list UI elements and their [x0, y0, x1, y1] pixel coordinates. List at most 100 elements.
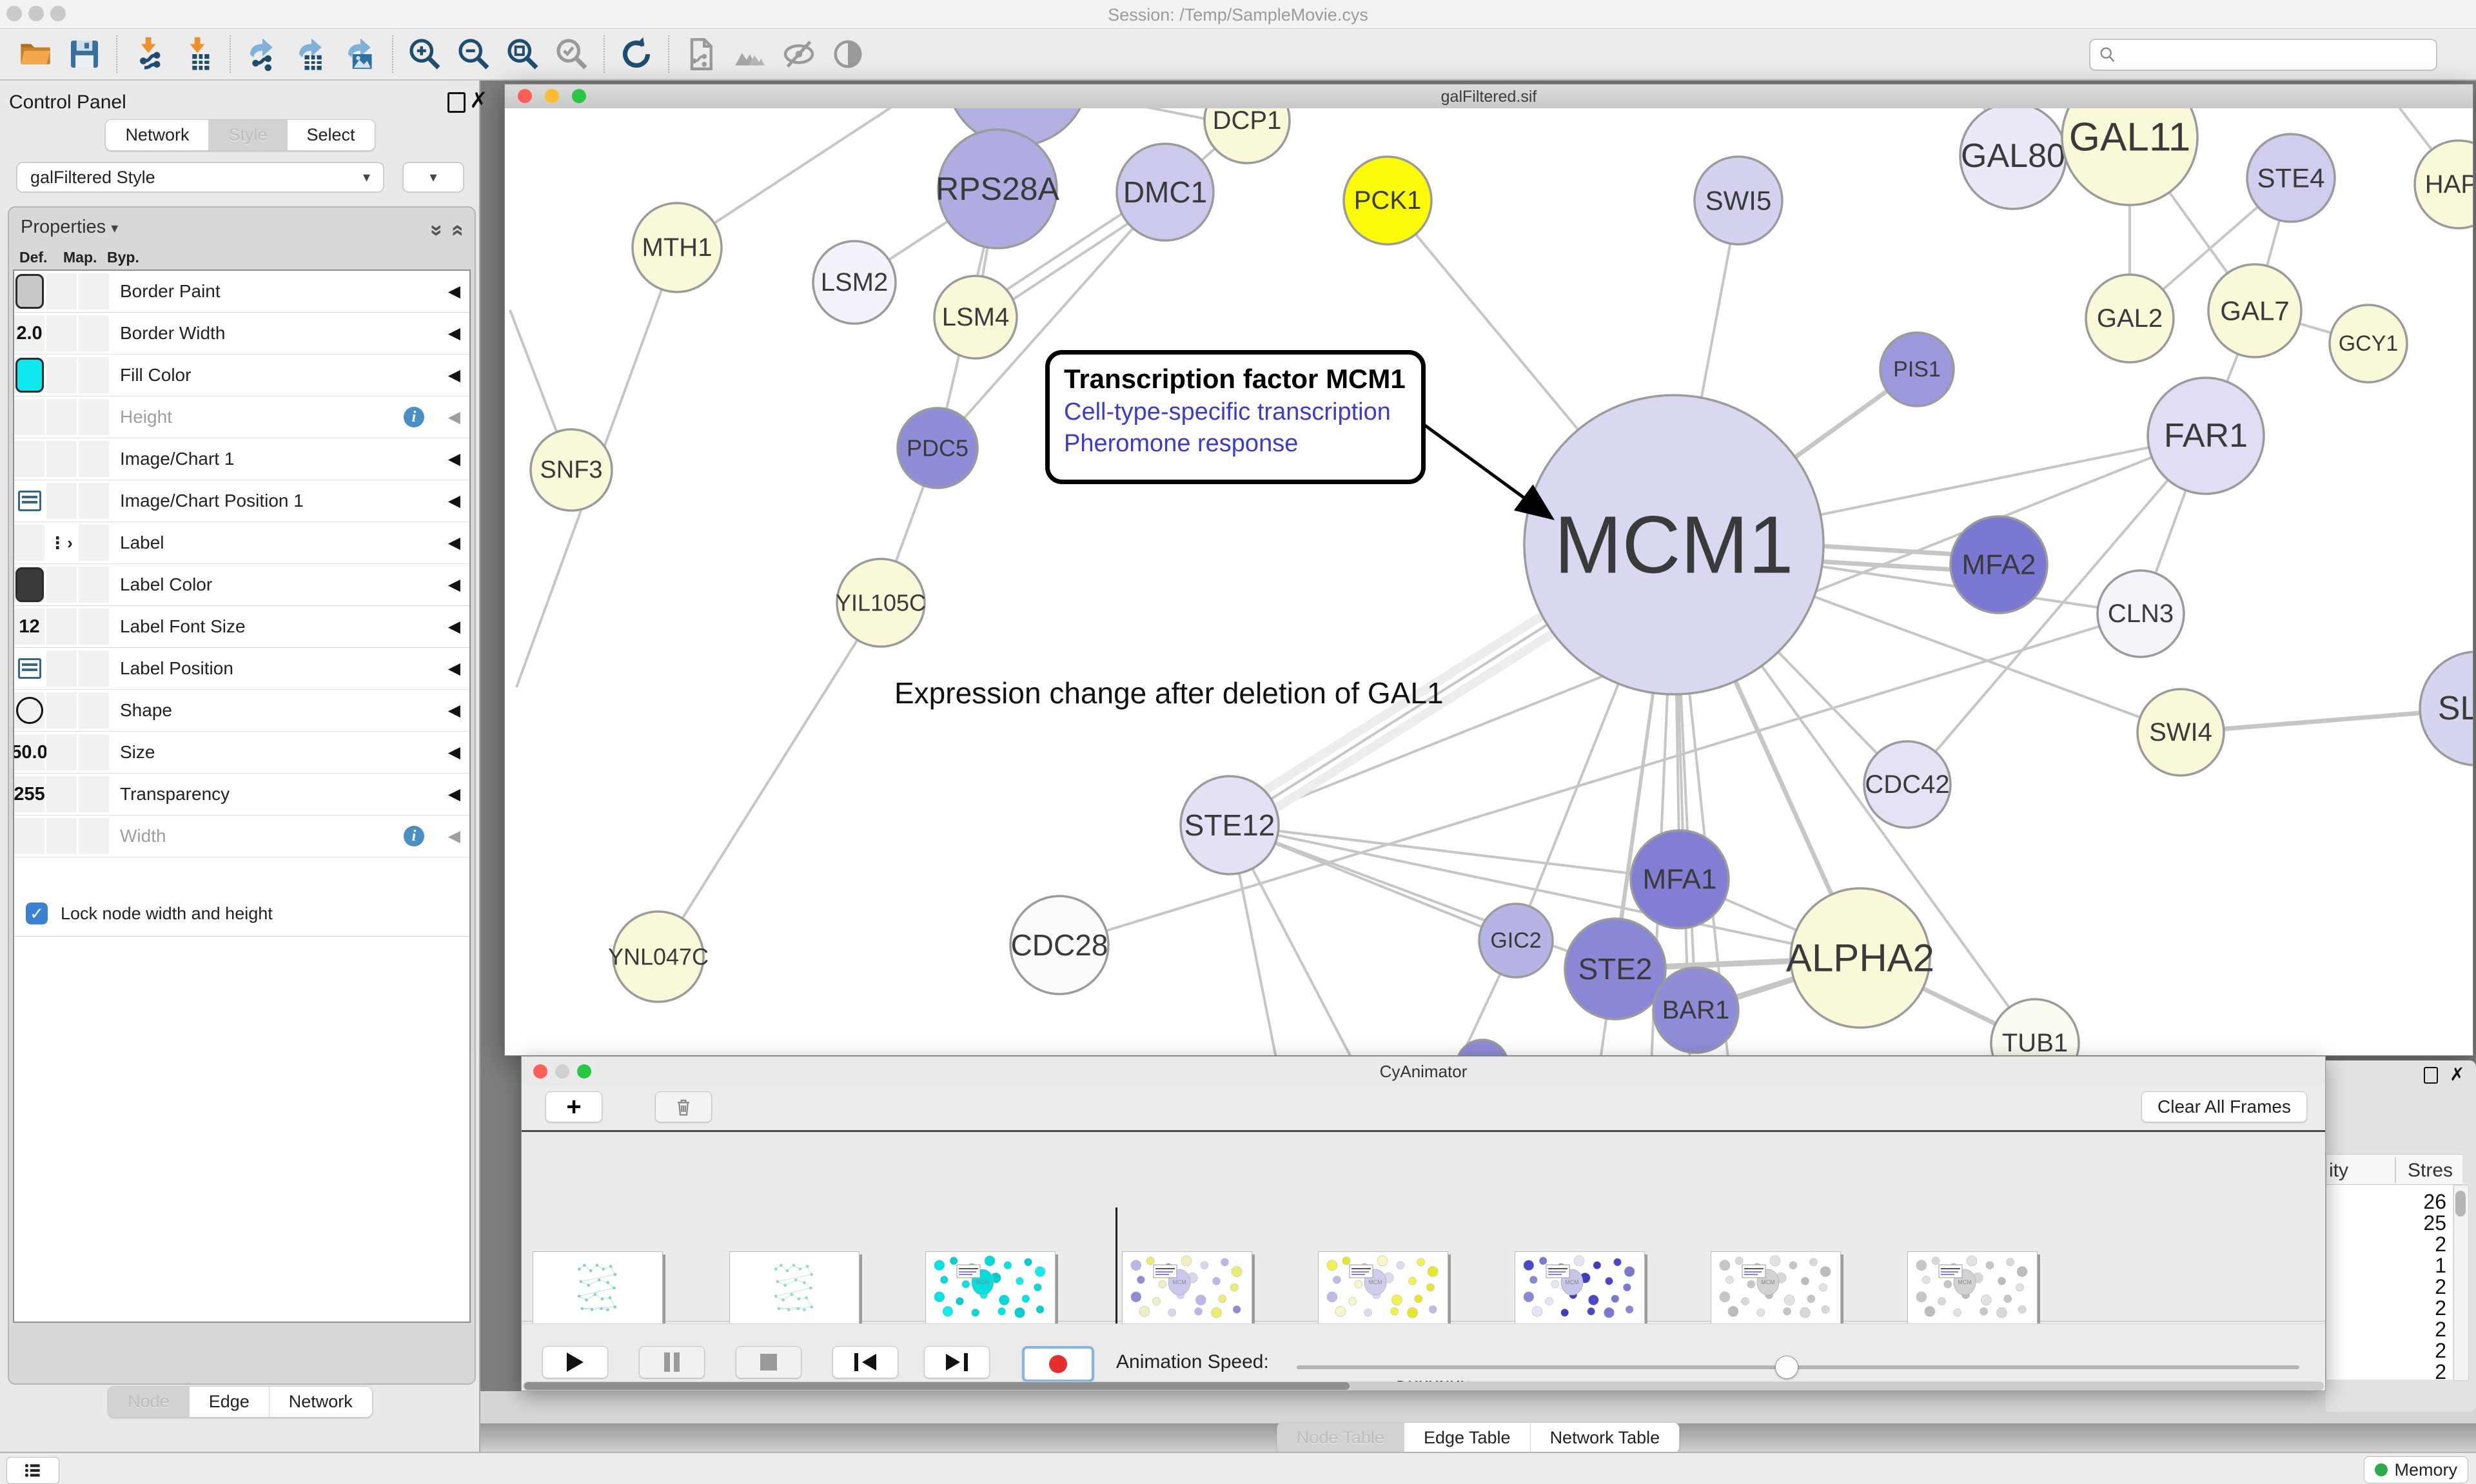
map-cell[interactable] — [46, 357, 79, 393]
first-neighbors-button[interactable] — [730, 34, 770, 74]
property-row-label-color[interactable]: Label Color◀ — [14, 564, 469, 606]
pause-button[interactable] — [639, 1346, 705, 1378]
byp-cell[interactable] — [79, 650, 111, 687]
def-cell[interactable] — [14, 567, 46, 603]
memory-button[interactable]: Memory — [2364, 1456, 2468, 1483]
table-cell-value[interactable]: 1 — [2435, 1254, 2446, 1278]
style-select[interactable]: galFiltered Style ▾ — [16, 162, 384, 193]
table-cell-value[interactable]: 2 — [2435, 1275, 2446, 1299]
byp-cell[interactable] — [79, 399, 111, 435]
expand-row-icon[interactable]: ◀ — [448, 785, 460, 804]
map-cell[interactable]: ⋮› — [46, 525, 79, 561]
skip-to-end-button[interactable] — [924, 1346, 990, 1378]
stop-button[interactable] — [736, 1346, 801, 1378]
frame-thumbnail-0[interactable] — [533, 1251, 663, 1325]
property-row-transparency[interactable]: 255Transparency◀ — [14, 774, 469, 815]
expand-row-icon[interactable]: ◀ — [448, 407, 460, 427]
frame-thumbnail-5[interactable]: MCM — [1515, 1251, 1645, 1325]
property-row-border-width[interactable]: 2.0Border Width◀ — [14, 313, 469, 355]
frame-thumbnail-4[interactable]: MCM — [1318, 1251, 1448, 1325]
column-header[interactable]: Stres — [2408, 1160, 2453, 1182]
property-row-label-position[interactable]: Label Position◀ — [14, 648, 469, 690]
table-cell-value[interactable]: 2 — [2435, 1318, 2446, 1342]
collapse-all-icon[interactable]: « — [446, 224, 471, 237]
frame-thumbnail-3[interactable]: MCM — [1122, 1251, 1252, 1325]
map-cell[interactable] — [46, 650, 79, 687]
panel-list-button[interactable] — [6, 1457, 59, 1484]
tab-network[interactable]: Network — [269, 1387, 372, 1417]
annotation-link-2[interactable]: Pheromone response — [1064, 430, 1407, 458]
expand-row-icon[interactable]: ◀ — [448, 575, 460, 594]
table-cell-value[interactable]: 2 — [2435, 1233, 2446, 1256]
property-row-shape[interactable]: Shape◀ — [14, 690, 469, 732]
column-header[interactable]: ity — [2329, 1160, 2348, 1182]
delete-frame-button[interactable] — [655, 1091, 712, 1122]
def-cell[interactable] — [14, 818, 46, 854]
byp-cell[interactable] — [79, 734, 111, 770]
export-network-button[interactable] — [242, 34, 282, 74]
def-cell[interactable] — [14, 483, 46, 519]
network-node-stub[interactable] — [1457, 1040, 1508, 1055]
float-panel-icon[interactable] — [2424, 1067, 2438, 1084]
def-cell[interactable]: 255 — [14, 776, 46, 812]
network-file-button[interactable] — [681, 34, 721, 74]
expand-row-icon[interactable]: ◀ — [448, 449, 460, 469]
expand-row-icon[interactable]: ◀ — [448, 491, 460, 511]
tab-network-table[interactable]: Network Table — [1530, 1423, 1680, 1453]
expand-row-icon[interactable]: ◀ — [448, 617, 460, 636]
scrollbar-thumb[interactable] — [2455, 1191, 2466, 1216]
expand-row-icon[interactable]: ◀ — [448, 743, 460, 762]
expand-row-icon[interactable]: ◀ — [448, 701, 460, 720]
info-icon[interactable]: i — [404, 407, 424, 427]
zoom-in-button[interactable] — [405, 34, 445, 74]
tab-edge-table[interactable]: Edge Table — [1404, 1423, 1530, 1453]
tab-style[interactable]: Style — [208, 120, 286, 150]
def-cell[interactable]: 2.0 — [14, 315, 46, 351]
export-image-button[interactable] — [340, 34, 380, 74]
network-window-titlebar[interactable]: galFiltered.sif — [505, 84, 2473, 109]
map-cell[interactable] — [46, 609, 79, 645]
map-cell[interactable] — [46, 776, 79, 812]
expand-row-icon[interactable]: ◀ — [448, 659, 460, 678]
skip-to-start-button[interactable] — [832, 1346, 898, 1378]
property-row-label-font-size[interactable]: 12Label Font Size◀ — [14, 606, 469, 648]
byp-cell[interactable] — [79, 609, 111, 645]
expand-row-icon[interactable]: ◀ — [448, 366, 460, 385]
search-input[interactable] — [2089, 39, 2437, 71]
frame-thumbnail-2[interactable]: MCM — [925, 1251, 1056, 1325]
network-caption[interactable]: Expression change after deletion of GAL1 — [894, 676, 1444, 710]
zoom-fit-button[interactable] — [503, 34, 543, 74]
expand-row-icon[interactable]: ◀ — [448, 533, 460, 552]
playhead[interactable] — [1115, 1207, 1117, 1330]
zoom-out-button[interactable] — [454, 34, 494, 74]
show-all-button[interactable] — [828, 34, 868, 74]
info-icon[interactable]: i — [404, 826, 424, 846]
def-cell[interactable] — [14, 399, 46, 435]
results-scrollbar[interactable] — [2453, 1185, 2469, 1381]
property-row-height[interactable]: Heighti◀ — [14, 396, 469, 438]
close-panel-icon[interactable]: ✗ — [2450, 1066, 2464, 1084]
def-cell[interactable]: 50.0 — [14, 734, 46, 770]
def-cell[interactable] — [14, 273, 46, 309]
hide-selected-button[interactable] — [779, 34, 819, 74]
def-cell[interactable] — [14, 357, 46, 393]
tab-select[interactable]: Select — [287, 120, 375, 150]
frame-thumbnail-1[interactable] — [729, 1251, 860, 1325]
frame-thumbnail-7[interactable]: MCM — [1907, 1251, 2038, 1325]
map-cell[interactable] — [46, 441, 79, 477]
tab-node-table[interactable]: Node Table — [1277, 1423, 1404, 1453]
expand-row-icon[interactable]: ◀ — [448, 282, 460, 301]
def-cell[interactable] — [14, 525, 46, 561]
close-panel-icon[interactable]: ✗ — [469, 90, 488, 112]
byp-cell[interactable] — [79, 776, 111, 812]
network-canvas[interactable]: DCP1RPS28ADMC1PCK1MTH1LSM2LSM4SWI5GAL80G… — [505, 108, 2473, 1055]
zoom-selected-button[interactable] — [552, 34, 592, 74]
add-frame-button[interactable]: + — [545, 1091, 602, 1122]
def-cell[interactable] — [14, 441, 46, 477]
frame-thumbnail-6[interactable]: MCM — [1711, 1251, 1841, 1325]
export-table-button[interactable] — [291, 34, 331, 74]
property-row-image-chart-position-1[interactable]: Image/Chart Position 1◀ — [14, 480, 469, 522]
refresh-button[interactable] — [616, 34, 656, 74]
tab-edge[interactable]: Edge — [189, 1387, 269, 1417]
open-session-button[interactable] — [15, 34, 55, 74]
